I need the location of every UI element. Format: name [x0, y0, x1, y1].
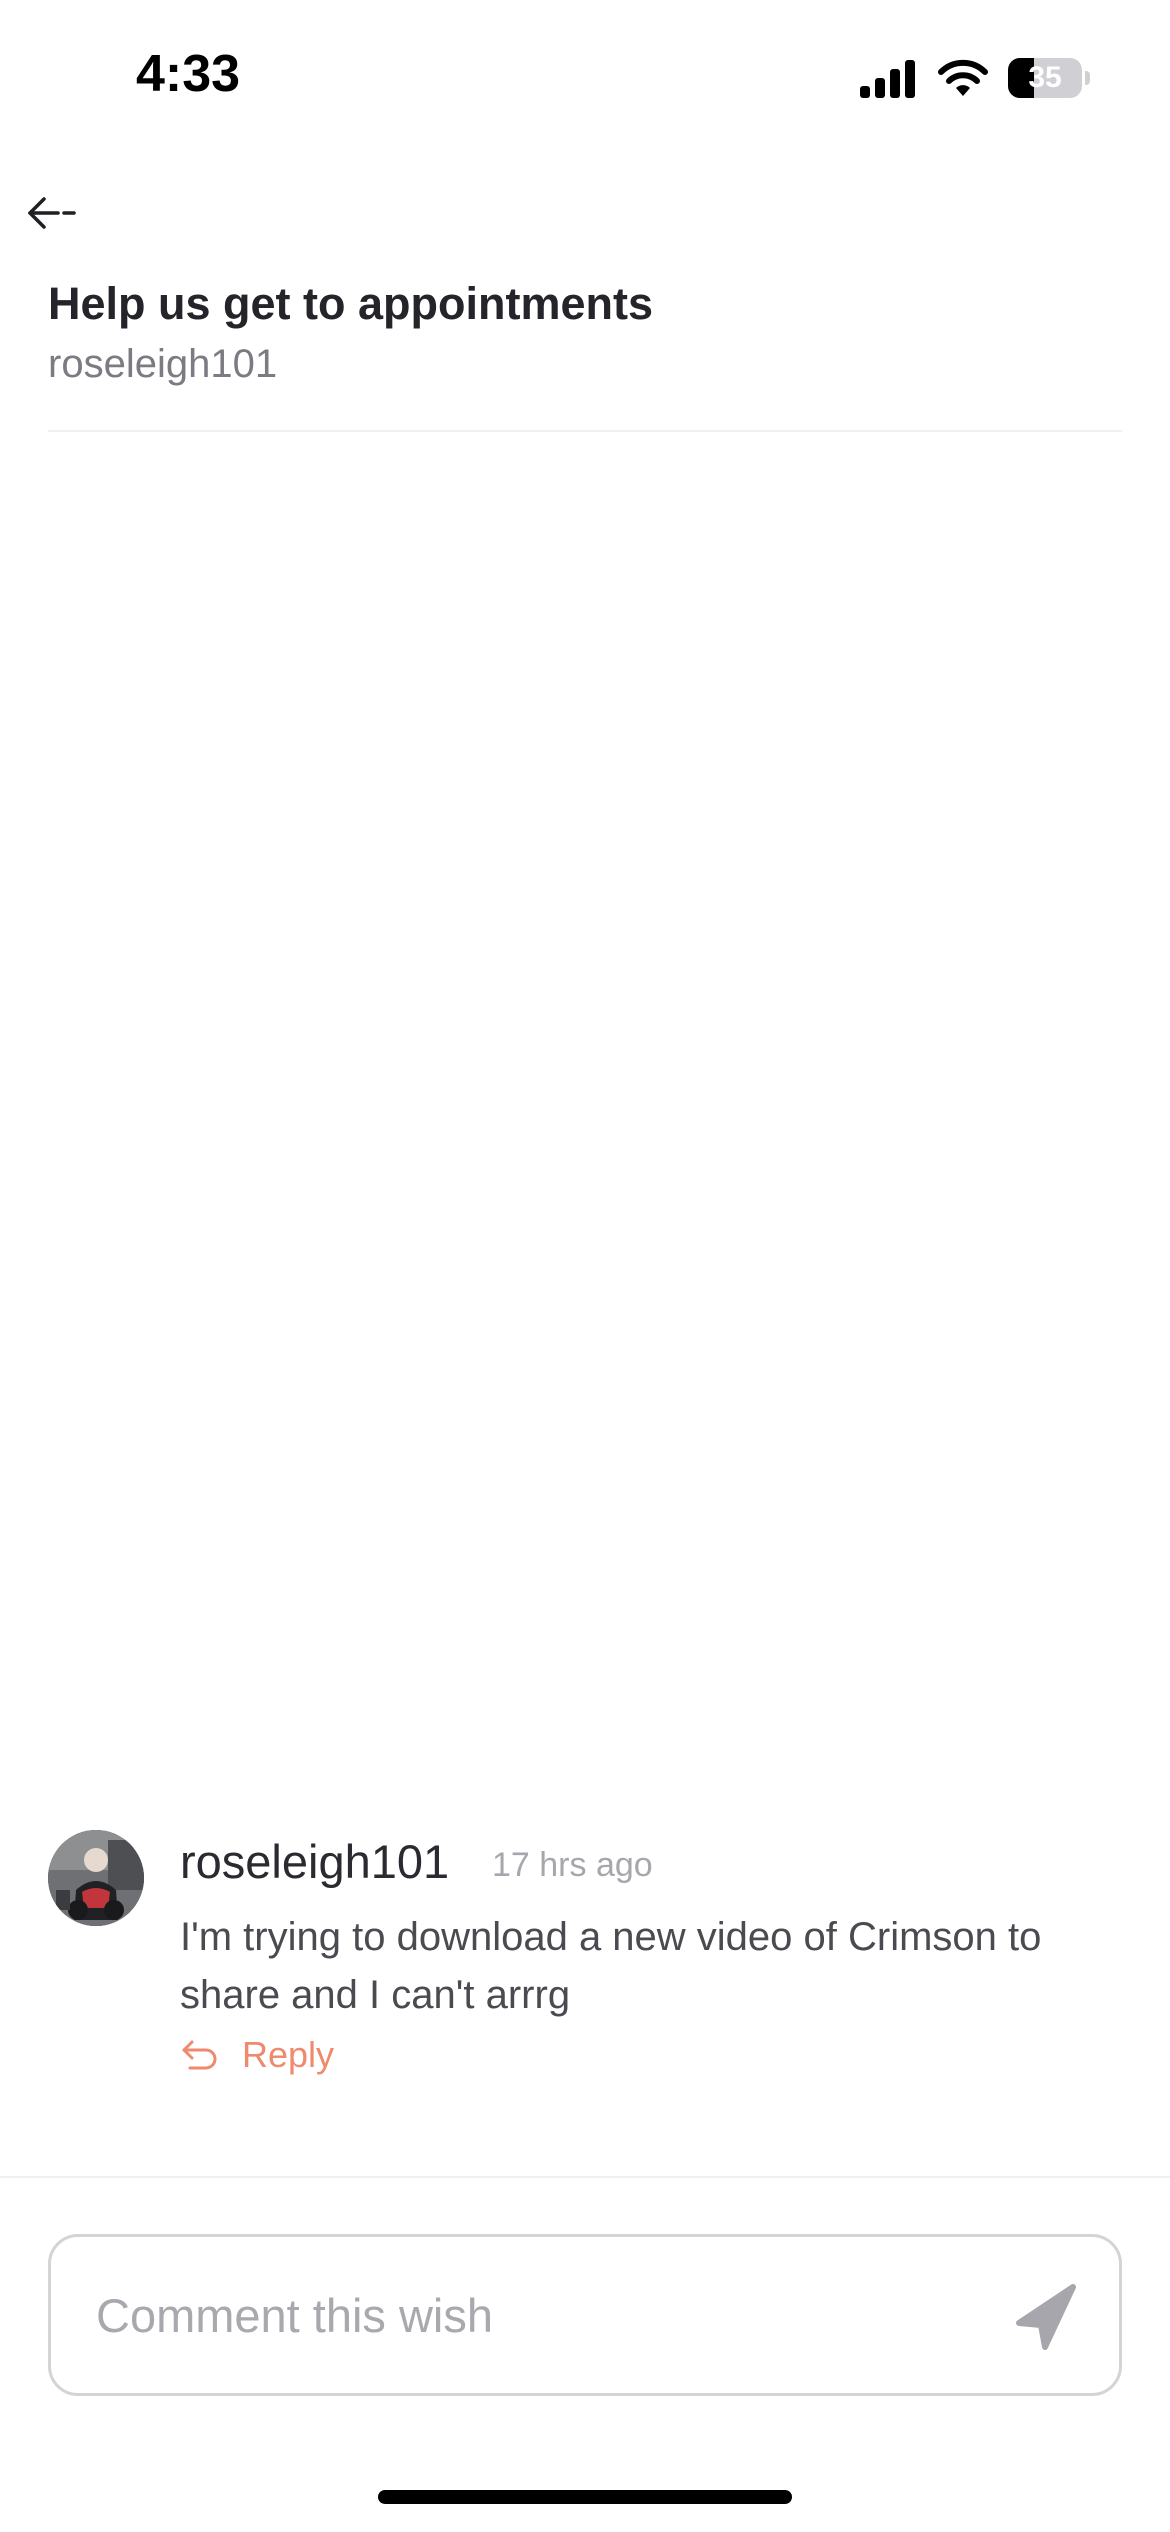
status-icons: 35: [858, 54, 1090, 102]
reply-arrow-icon: [182, 2040, 217, 2070]
composer-divider: [0, 2176, 1170, 2178]
reply-button[interactable]: Reply: [180, 2034, 334, 2076]
back-button[interactable]: [22, 188, 82, 238]
reply-label: Reply: [242, 2034, 335, 2075]
page-title: Help us get to appointments: [48, 278, 654, 329]
header-divider: [48, 430, 1122, 432]
comment-composer: [48, 2234, 1122, 2396]
battery-icon: 35: [1008, 58, 1090, 98]
comment-author[interactable]: roseleigh101: [180, 1834, 449, 1889]
comment-input[interactable]: [96, 2273, 956, 2357]
signal-icon: [860, 60, 915, 98]
back-arrow-icon: [28, 197, 76, 229]
send-icon: [1016, 2284, 1076, 2350]
battery-level: 35: [1028, 61, 1062, 94]
status-bar: 4:33 35: [0, 0, 1170, 150]
page-subtitle[interactable]: roseleigh101: [48, 342, 277, 387]
comment-text: I'm trying to download a new video of Cr…: [180, 1915, 1042, 2017]
comment-timestamp: 17 hrs ago: [492, 1846, 653, 1884]
home-indicator: [378, 2490, 792, 2504]
status-time: 4:33: [136, 45, 241, 103]
avatar[interactable]: [48, 1830, 144, 1926]
wifi-icon: [938, 59, 988, 96]
avatar-photo: [48, 1830, 144, 1926]
send-button[interactable]: [1011, 2283, 1081, 2353]
